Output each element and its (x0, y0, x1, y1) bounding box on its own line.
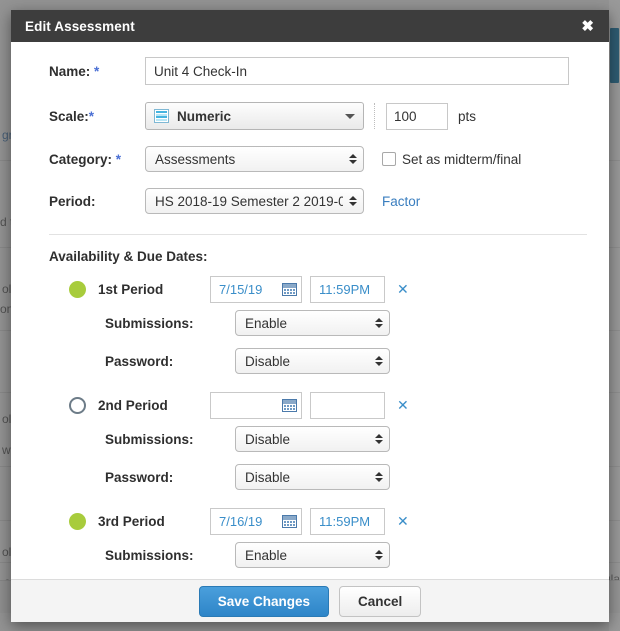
password-label: Password: (105, 470, 235, 485)
category-selected-value: Assessments (155, 152, 235, 167)
due-time-value: 11:59PM (319, 514, 370, 529)
password-row: Password: Disable (27, 574, 593, 579)
required-asterisk: * (94, 64, 99, 79)
availability-period-block: 1st Period 7/15/19 11:59PM ✕ Submissions… (27, 274, 593, 380)
page-scrollbar[interactable] (609, 0, 620, 631)
clear-icon[interactable]: ✕ (397, 282, 409, 296)
updown-arrows-icon (369, 318, 383, 328)
availability-period-block: 2nd Period ✕ Submissions: Disable (27, 390, 593, 496)
points-input[interactable] (386, 103, 448, 130)
submissions-value: Disable (245, 432, 290, 447)
field-row-scale: Scale:* Numeric pts (27, 94, 593, 138)
availability-section-title: Availability & Due Dates: (49, 249, 593, 264)
updown-arrows-icon (343, 154, 357, 164)
calendar-icon[interactable] (282, 515, 297, 528)
name-label-text: Name: (49, 64, 90, 79)
page-scrollbar-thumb[interactable] (610, 28, 619, 83)
submissions-dropdown[interactable]: Enable (235, 542, 390, 568)
due-time-value: 11:59PM (319, 282, 370, 297)
edit-assessment-dialog: Edit Assessment ✖ Name: * Scale:* Numeri… (11, 10, 609, 622)
scale-selected-value: Numeric (177, 109, 231, 124)
password-label: Password: (105, 354, 235, 369)
name-input[interactable] (145, 57, 569, 85)
required-asterisk: * (116, 152, 121, 167)
field-row-period: Period: HS 2018-19 Semester 2 2019-01- F… (27, 180, 593, 222)
period-header-row: 2nd Period ✕ (27, 390, 593, 420)
midterm-checkbox-label: Set as midterm/final (402, 152, 521, 167)
updown-arrows-icon (369, 434, 383, 444)
period-header-row: 3rd Period 7/16/19 11:59PM ✕ (27, 506, 593, 536)
due-time-field[interactable] (310, 392, 385, 419)
clear-icon[interactable]: ✕ (397, 514, 409, 528)
submissions-dropdown[interactable]: Enable (235, 310, 390, 336)
field-row-category: Category: * Assessments Set as midterm/f… (27, 138, 593, 180)
period-header-row: 1st Period 7/15/19 11:59PM ✕ (27, 274, 593, 304)
midterm-checkbox-row[interactable]: Set as midterm/final (382, 152, 521, 167)
divider (374, 103, 376, 129)
updown-arrows-icon (369, 472, 383, 482)
submissions-row: Submissions: Enable (27, 536, 593, 574)
dialog-body: Name: * Scale:* Numeric pts C (11, 42, 609, 579)
password-value: Disable (245, 470, 290, 485)
updown-arrows-icon (369, 550, 383, 560)
category-label: Category: * (27, 152, 145, 167)
calendar-icon[interactable] (282, 399, 297, 412)
submissions-row: Submissions: Disable (27, 420, 593, 458)
due-time-field[interactable]: 11:59PM (310, 276, 385, 303)
password-row: Password: Disable (27, 342, 593, 380)
name-label: Name: * (27, 64, 145, 79)
factor-link[interactable]: Factor (382, 194, 420, 209)
category-label-text: Category: (49, 152, 112, 167)
numeric-scale-icon (154, 109, 169, 123)
period-name: 2nd Period (98, 398, 210, 413)
submissions-value: Enable (245, 548, 287, 563)
points-unit-label: pts (458, 109, 476, 124)
updown-arrows-icon (369, 356, 383, 366)
field-row-name: Name: * (27, 42, 593, 94)
chevron-down-icon (345, 114, 355, 119)
submissions-label: Submissions: (105, 316, 235, 331)
dialog-header: Edit Assessment ✖ (11, 10, 609, 42)
section-divider (49, 234, 587, 235)
submissions-value: Enable (245, 316, 287, 331)
calendar-icon[interactable] (282, 283, 297, 296)
period-selected-value: HS 2018-19 Semester 2 2019-01- (155, 194, 343, 209)
dialog-footer: Save Changes Cancel (11, 579, 609, 622)
submissions-row: Submissions: Enable (27, 304, 593, 342)
availability-period-block: 3rd Period 7/16/19 11:59PM ✕ Submissions… (27, 506, 593, 579)
scale-label-text: Scale: (49, 109, 89, 124)
due-date-value: 7/15/19 (219, 282, 262, 297)
updown-arrows-icon (343, 196, 357, 206)
required-asterisk: * (89, 109, 94, 124)
cancel-button[interactable]: Cancel (339, 586, 421, 617)
due-date-value: 7/16/19 (219, 514, 262, 529)
period-name: 3rd Period (98, 514, 210, 529)
category-dropdown[interactable]: Assessments (145, 146, 364, 172)
dialog-title: Edit Assessment (25, 19, 135, 34)
close-icon[interactable]: ✖ (578, 17, 597, 36)
clear-icon[interactable]: ✕ (397, 398, 409, 412)
submissions-dropdown[interactable]: Disable (235, 426, 390, 452)
password-row: Password: Disable (27, 458, 593, 496)
due-date-field[interactable]: 7/16/19 (210, 508, 302, 535)
password-value: Disable (245, 354, 290, 369)
period-dropdown[interactable]: HS 2018-19 Semester 2 2019-01- (145, 188, 364, 214)
password-dropdown[interactable]: Disable (235, 348, 390, 374)
save-changes-button[interactable]: Save Changes (199, 586, 329, 617)
period-label: Period: (27, 194, 145, 209)
checkbox-icon[interactable] (382, 152, 396, 166)
due-time-field[interactable]: 11:59PM (310, 508, 385, 535)
period-name: 1st Period (98, 282, 210, 297)
due-date-field[interactable] (210, 392, 302, 419)
submissions-label: Submissions: (105, 548, 235, 563)
due-date-field[interactable]: 7/15/19 (210, 276, 302, 303)
scale-dropdown[interactable]: Numeric (145, 102, 364, 130)
submissions-label: Submissions: (105, 432, 235, 447)
period-status-dot[interactable] (69, 513, 86, 530)
period-status-dot[interactable] (69, 281, 86, 298)
password-dropdown[interactable]: Disable (235, 464, 390, 490)
period-status-dot[interactable] (69, 397, 86, 414)
scale-label: Scale:* (27, 109, 145, 124)
